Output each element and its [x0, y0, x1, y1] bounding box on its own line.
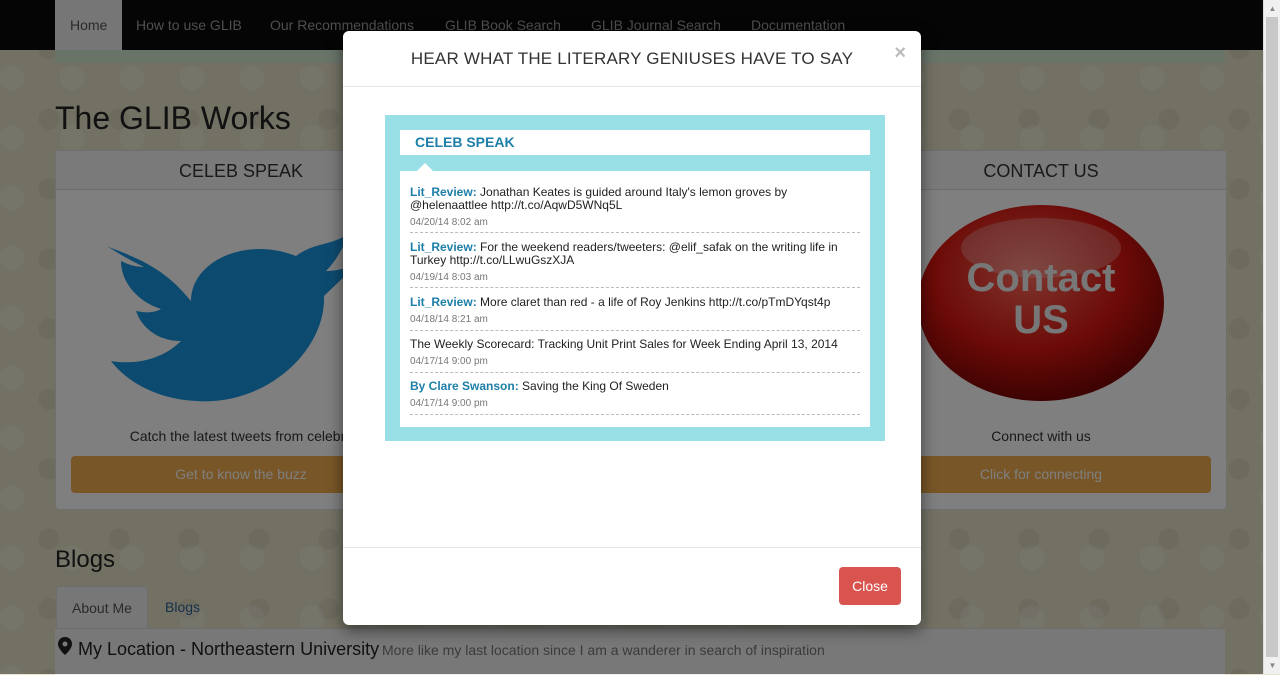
widget-title: CELEB SPEAK	[415, 134, 515, 150]
tweet-author[interactable]: Lit_Review:	[410, 240, 477, 254]
tweet-list: Lit_Review: Jonathan Keates is guided ar…	[400, 163, 870, 427]
tweet-time: 04/17/14 9:00 pm	[410, 398, 488, 409]
tweet-time: 04/17/14 9:00 pm	[410, 356, 488, 367]
scroll-up-arrow-icon[interactable]: ▲	[1264, 0, 1280, 17]
tweet-item: Lit_Review: More claret than red - a lif…	[410, 296, 860, 331]
twitter-widget: CELEB SPEAK Lit_Review: Jonathan Keates …	[385, 115, 885, 441]
close-button[interactable]: Close	[839, 567, 901, 605]
tweet-time: 04/19/14 8:03 am	[410, 272, 488, 283]
tweet-text: More claret than red - a life of Roy Jen…	[476, 295, 831, 309]
modal-title: HEAR WHAT THE LITERARY GENIUSES HAVE TO …	[410, 49, 854, 68]
modal-header: HEAR WHAT THE LITERARY GENIUSES HAVE TO …	[343, 31, 921, 87]
tweet-author[interactable]: Lit_Review:	[410, 295, 477, 309]
tweet-item: Lit_Review: Jonathan Keates is guided ar…	[410, 186, 860, 233]
modal-footer	[343, 547, 921, 626]
tweet-time: 04/20/14 8:02 am	[410, 217, 488, 228]
tweet-author[interactable]: Lit_Review:	[410, 185, 477, 199]
tweet-item: Lit_Review: For the weekend readers/twee…	[410, 241, 860, 288]
celeb-modal: HEAR WHAT THE LITERARY GENIUSES HAVE TO …	[343, 31, 921, 625]
tweet-time: 04/18/14 8:21 am	[410, 314, 488, 325]
tweet-text: The Weekly Scorecard: Tracking Unit Prin…	[410, 337, 838, 351]
tweet-text: Saving the King Of Sweden	[518, 379, 669, 393]
scroll-down-arrow-icon[interactable]: ▼	[1264, 657, 1280, 674]
scrollbar-thumb[interactable]	[1266, 17, 1278, 657]
tweet-author[interactable]: By Clare Swanson:	[410, 379, 519, 393]
close-icon[interactable]: ×	[894, 42, 906, 65]
widget-header: CELEB SPEAK	[400, 130, 870, 155]
widget-notch	[417, 163, 433, 171]
page-scrollbar[interactable]: ▲ ▼	[1263, 0, 1280, 674]
tweet-item: The Weekly Scorecard: Tracking Unit Prin…	[410, 338, 860, 373]
tweet-item: By Clare Swanson: Saving the King Of Swe…	[410, 380, 860, 415]
